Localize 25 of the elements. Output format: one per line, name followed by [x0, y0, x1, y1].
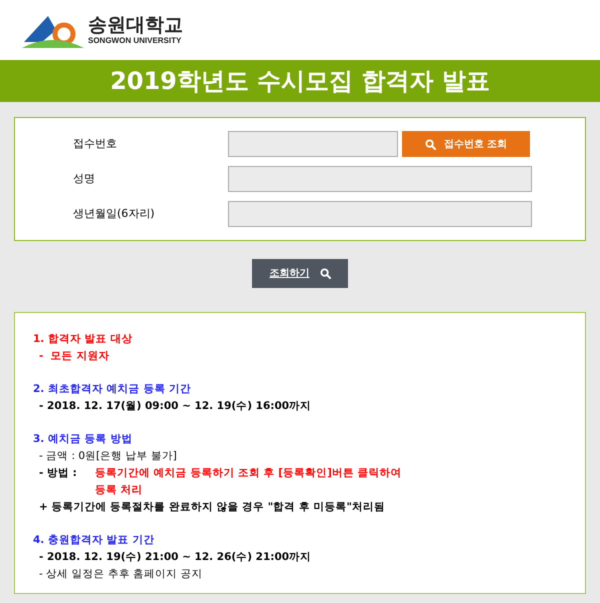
search-button[interactable]: 조회하기 — [252, 259, 348, 288]
notice-text: - 2018. 12. 17(월) 09:00 ~ 12. 19(수) 16:00까지 — [38, 399, 312, 414]
search-icon — [424, 138, 436, 150]
notice-text: 등록기간에 예치금 등록하기 조회 후 [등록확인]버튼 클릭하여 — [95, 466, 402, 481]
search-icon — [320, 268, 330, 279]
notice-heading: 4. 충원합격자 발표 기간 — [33, 533, 156, 548]
notice-heading: 3. 예치금 등록 방법 — [33, 432, 134, 447]
notice-text: - 금액 : 0원[은행 납부 불가] — [38, 449, 178, 464]
notice-heading: 1. 합격자 발표 대상 — [33, 332, 134, 347]
logo-name: 송원대학교 — [88, 16, 183, 34]
field-label: 성명 — [72, 170, 96, 187]
logo-subtitle: SONGWON UNIVERSITY — [88, 36, 182, 44]
page-title: 2019학년도 수시모집 합격자 발표 — [110, 66, 490, 97]
notice-text: + 등록기간에 등록절차를 완료하지 않을 경우 "합격 후 미등록"처리됨 — [38, 500, 386, 515]
notice-label: - 방법 : — [39, 466, 78, 481]
notice-text: - 2018. 12. 19(수) 21:00 ~ 12. 26(수) 21:00까지 — [38, 550, 312, 565]
input-field[interactable] — [228, 131, 398, 157]
field-label: 생년월일(6자리) — [72, 206, 156, 222]
field-label: 접수번호 — [72, 136, 118, 152]
notice-heading: 2. 최초합격자 예치금 등록 기간 — [33, 382, 192, 397]
notice-text: - 모든 지원자 — [38, 349, 110, 364]
notice-text: - 상세 일정은 추후 홈페이지 공지 — [38, 567, 204, 582]
input-field[interactable] — [228, 166, 532, 192]
notice-text: 등록 처리 — [94, 483, 144, 498]
input-field[interactable] — [228, 201, 532, 227]
